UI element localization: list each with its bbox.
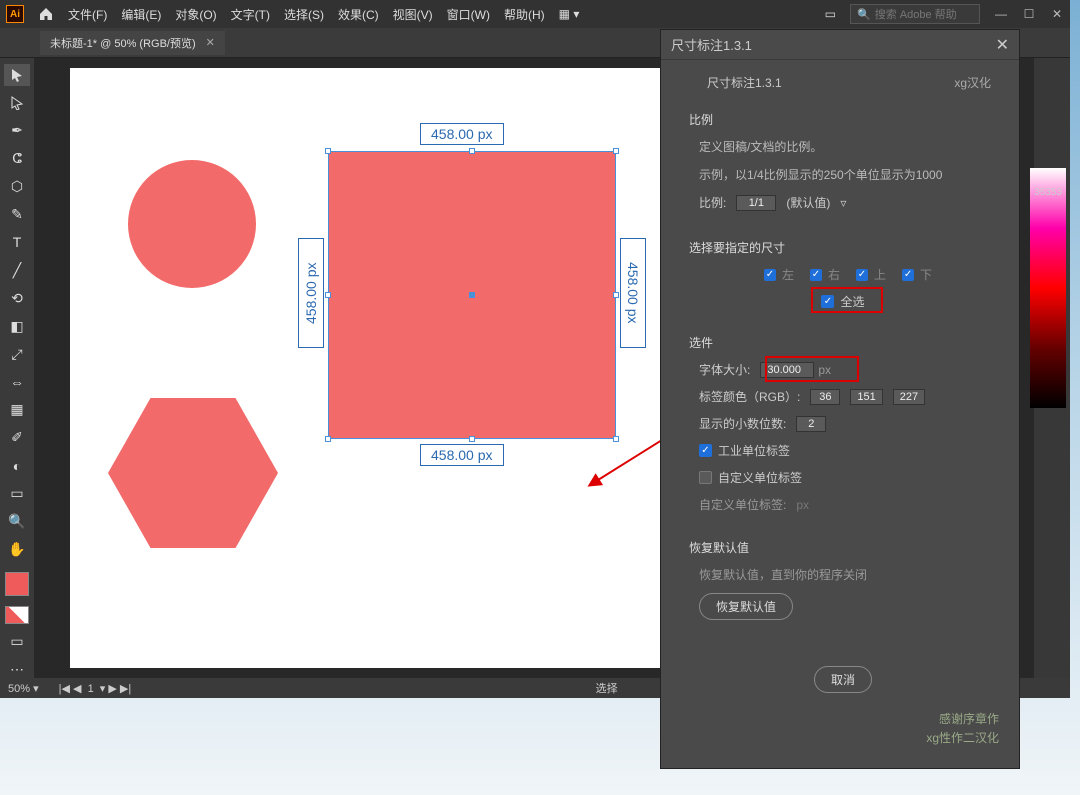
label-color-label: 标签颜色（RGB）: <box>699 388 800 405</box>
dimension-label-left: 458.00 px <box>298 238 324 348</box>
dialog-title: 尺寸标注1.3.1 <box>671 35 752 54</box>
eraser-tool-icon[interactable]: ◧ <box>4 315 30 337</box>
document-tab[interactable]: 未标题-1* @ 50% (RGB/预览) ✕ <box>40 31 225 55</box>
dimension-label-bottom: 458.00 px <box>420 444 504 466</box>
color-g-field[interactable]: 151 <box>850 389 882 405</box>
section-ratio-title: 比例 <box>689 111 997 128</box>
dim-right-checkbox[interactable]: ✓ <box>810 269 822 281</box>
brush-tool-icon[interactable]: ✎ <box>4 204 30 226</box>
dim-left-checkbox[interactable]: ✓ <box>764 269 776 281</box>
dialog-header-label: 尺寸标注1.3.1 <box>707 74 782 91</box>
font-size-unit: px <box>818 363 831 377</box>
menu-help[interactable]: 帮助(H) <box>504 6 545 23</box>
menu-edit[interactable]: 编辑(E) <box>121 6 161 23</box>
dim-top-checkbox[interactable]: ✓ <box>856 269 868 281</box>
tab-close-icon[interactable]: ✕ <box>206 36 215 49</box>
section-dims-title: 选择要指定的尺寸 <box>689 239 997 256</box>
dim-bottom-checkbox[interactable]: ✓ <box>902 269 914 281</box>
section-restore-title: 恢复默认值 <box>689 539 997 556</box>
custom-unit-field[interactable]: px <box>796 498 809 512</box>
direct-select-tool-icon[interactable] <box>4 92 30 114</box>
menu-object[interactable]: 对象(O) <box>175 6 216 23</box>
selection-tool-icon[interactable] <box>4 64 30 86</box>
section-options-title: 选件 <box>689 334 997 351</box>
color-mode-swatch[interactable] <box>5 606 29 624</box>
fill-stroke-swatch[interactable] <box>5 572 29 596</box>
gradient-tool-icon[interactable]: ▦ <box>4 399 30 421</box>
workspace-switcher-icon[interactable]: ▦ ▾ <box>559 7 580 21</box>
blend-tool-icon[interactable]: ◐ <box>4 455 30 477</box>
font-size-field[interactable]: 30.000 <box>760 362 814 378</box>
restore-note: 恢复默认值，直到你的程序关闭 <box>689 566 997 583</box>
help-search-input[interactable]: 🔍搜索 Adobe 帮助 <box>850 4 980 24</box>
eyedropper-tool-icon[interactable]: ✐ <box>4 427 30 449</box>
app-logo-icon: Ai <box>6 5 24 23</box>
type-tool-icon[interactable]: T <box>4 231 30 253</box>
home-icon[interactable] <box>38 6 54 22</box>
ratio-default[interactable]: (默认值) <box>786 194 830 211</box>
dimension-label-right: 458.00 px <box>620 238 646 348</box>
status-mode: 选择 <box>596 680 618 696</box>
dialog-credit: 感谢序章作 xg性作二汉化 <box>926 710 999 748</box>
status-readout: 35353 <box>1034 187 1062 198</box>
ratio-value[interactable]: 1/1 <box>736 195 776 211</box>
dimension-dialog: 尺寸标注1.3.1 ✕ 尺寸标注1.3.1 xg汉化 比例 定义图稿/文档的比例… <box>660 29 1020 769</box>
pen-tool-icon[interactable]: ✒ <box>4 120 30 142</box>
ratio-desc1: 定义图稿/文档的比例。 <box>689 138 997 156</box>
zoom-tool-icon[interactable]: 🔍 <box>4 511 30 533</box>
edit-toolbar-icon[interactable]: ⋯ <box>4 658 30 680</box>
menu-type[interactable]: 文字(T) <box>231 6 270 23</box>
circle-shape[interactable] <box>128 160 256 288</box>
artboard-tool-icon[interactable]: ▭ <box>4 483 30 505</box>
hand-tool-icon[interactable]: ✋ <box>4 538 30 560</box>
restore-defaults-button[interactable]: 恢复默认值 <box>699 593 793 620</box>
menu-view[interactable]: 视图(V) <box>393 6 433 23</box>
screen-mode-icon[interactable]: ▭ <box>4 630 30 652</box>
ratio-label: 比例: <box>699 194 726 211</box>
color-b-field[interactable]: 227 <box>893 389 925 405</box>
rectangle-shape[interactable] <box>328 151 616 439</box>
font-size-label: 字体大小: <box>699 361 750 378</box>
maximize-button[interactable]: ☐ <box>1022 7 1036 21</box>
industrial-unit-label: 工业单位标签 <box>718 442 790 459</box>
width-tool-icon[interactable]: ⇔ <box>4 371 30 393</box>
artboard[interactable]: 458.00 px 458.00 px 458.00 px 458.00 px <box>70 68 668 668</box>
custom-unit-label: 自定义单位标签 <box>718 469 802 486</box>
hexagon-shape[interactable] <box>108 398 278 548</box>
scale-tool-icon[interactable]: ⤢ <box>4 343 30 365</box>
line-tool-icon[interactable]: ╱ <box>4 259 30 281</box>
select-all-label: 全选 <box>840 293 864 310</box>
menu-file[interactable]: 文件(F) <box>68 6 107 23</box>
decimals-field[interactable]: 2 <box>796 416 826 432</box>
search-icon: 🔍 <box>857 8 871 21</box>
custom-unit-checkbox[interactable] <box>699 471 712 484</box>
shape-tool-icon[interactable]: ⬡ <box>4 176 30 198</box>
close-button[interactable]: ✕ <box>1050 7 1064 21</box>
artboard-nav[interactable]: |◀ ◀ 1 ▾ ▶ ▶| <box>59 682 132 695</box>
select-all-checkbox[interactable]: ✓ <box>821 295 834 308</box>
minimize-button[interactable]: — <box>994 7 1008 21</box>
menu-effect[interactable]: 效果(C) <box>338 6 379 23</box>
color-r-field[interactable]: 36 <box>810 389 840 405</box>
curvature-tool-icon[interactable]: ⵛ <box>4 148 30 170</box>
menu-bar: Ai 文件(F) 编辑(E) 对象(O) 文字(T) 选择(S) 效果(C) 视… <box>0 0 1070 28</box>
menu-select[interactable]: 选择(S) <box>284 6 324 23</box>
industrial-unit-checkbox[interactable]: ✓ <box>699 444 712 457</box>
dialog-close-icon[interactable]: ✕ <box>996 35 1009 55</box>
decimals-label: 显示的小数位数: <box>699 415 786 432</box>
rotate-tool-icon[interactable]: ⟲ <box>4 287 30 309</box>
zoom-level[interactable]: 50% ▾ <box>8 682 39 695</box>
custom-unit-field-label: 自定义单位标签: <box>699 496 786 513</box>
menu-window[interactable]: 窗口(W) <box>447 6 490 23</box>
dialog-header-credit: xg汉化 <box>954 74 991 91</box>
tool-palette: ✒ ⵛ ⬡ ✎ T ╱ ⟲ ◧ ⤢ ⇔ ▦ ✐ ◐ ▭ 🔍 ✋ ▭ ⋯ <box>0 58 34 680</box>
tab-title: 未标题-1* @ 50% (RGB/预览) <box>50 35 196 51</box>
cancel-button[interactable]: 取消 <box>814 666 872 693</box>
dimension-label-top: 458.00 px <box>420 123 504 145</box>
arrange-docs-icon[interactable]: ▭ <box>825 7 836 21</box>
chevron-down-icon[interactable]: ▿ <box>840 196 846 210</box>
color-spectrum[interactable] <box>1030 168 1066 408</box>
ratio-desc2: 示例，以1/4比例显示的250个单位显示为1000 <box>689 166 997 184</box>
